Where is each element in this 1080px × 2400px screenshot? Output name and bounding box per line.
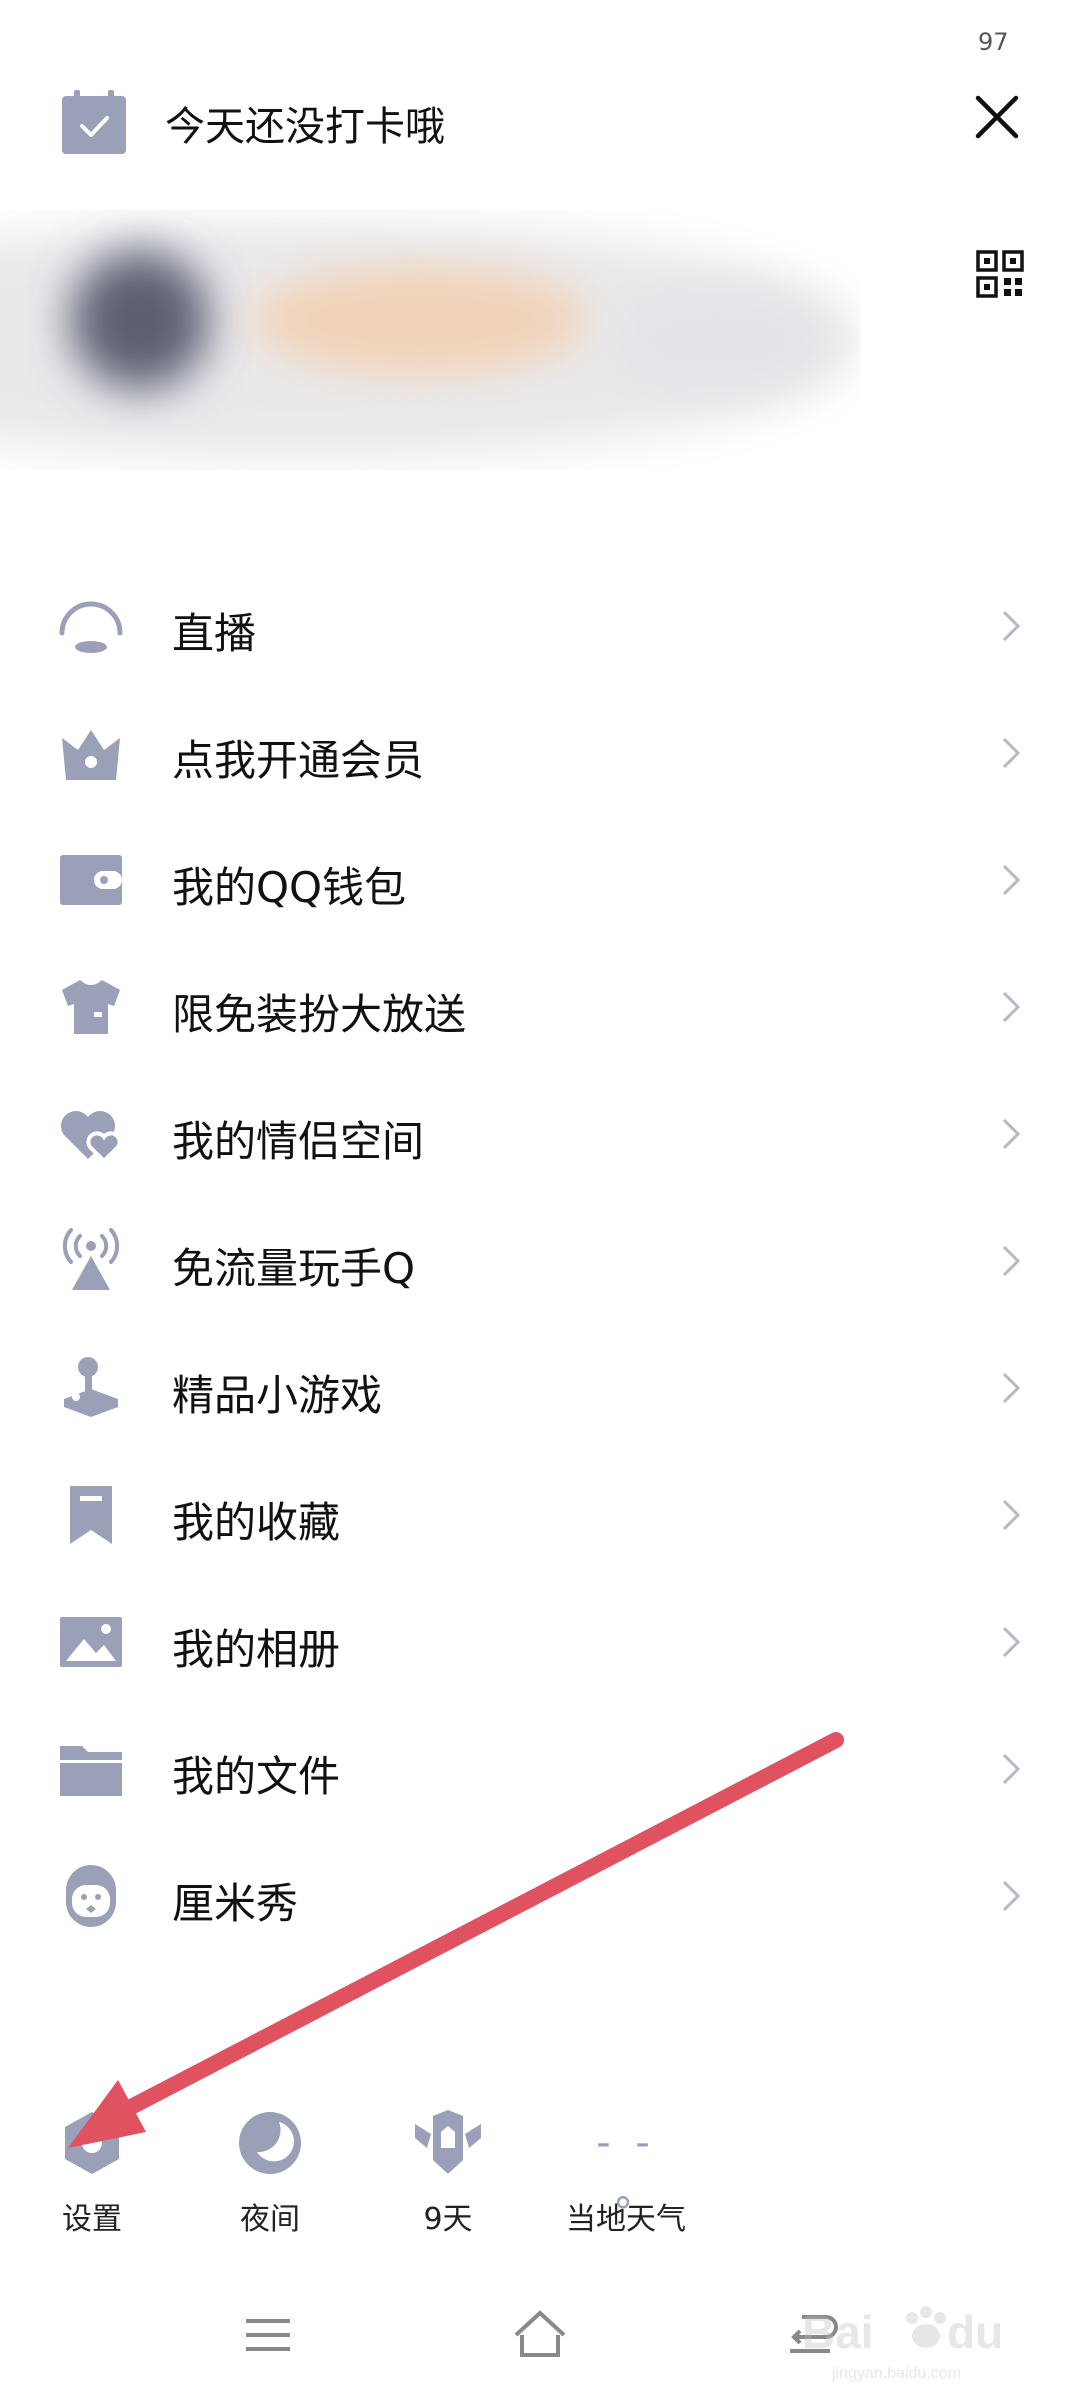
menu-item-cmshow[interactable]: 厘米秀 [0, 1832, 1080, 1959]
close-icon[interactable] [972, 92, 1022, 142]
menu-item-couple[interactable]: 我的情侣空间 [0, 1070, 1080, 1197]
home-icon[interactable] [510, 2305, 570, 2365]
bookmark-icon [70, 1486, 112, 1544]
menu-item-label: 厘米秀 [172, 1879, 299, 1928]
menu-item-vip[interactable]: 点我开通会员 [0, 689, 1080, 816]
weather-icon: - -° [596, 2120, 656, 2236]
weather-label: 当地天气 [566, 2202, 686, 2237]
menu-item-label: 我的收藏 [172, 1498, 341, 1547]
chevron-right-icon [1002, 1372, 1021, 1404]
baidu-watermark-logo: Bai du jingyan.baidu.com [802, 2306, 1003, 2382]
checkin-days-label: 9天 [423, 2202, 473, 2237]
menu-item-label: 直播 [172, 609, 257, 658]
chevron-right-icon [1002, 1880, 1021, 1912]
menu-item-label: 我的文件 [172, 1752, 341, 1801]
menu-item-album[interactable]: 我的相册 [0, 1578, 1080, 1705]
chevron-right-icon [1002, 1753, 1021, 1785]
settings-button[interactable]: 设置 [22, 2108, 162, 2238]
menu-item-label: 限免装扮大放送 [172, 990, 467, 1039]
night-mode-label: 夜间 [240, 2202, 300, 2237]
menu-item-label: 点我开通会员 [172, 736, 425, 785]
menu-item-outfit[interactable]: 限免装扮大放送 [0, 943, 1080, 1070]
checkin-prompt[interactable]: 今天还没打卡哦 [165, 94, 445, 152]
crown-icon [62, 730, 120, 780]
menu-item-label: 精品小游戏 [172, 1371, 383, 1420]
badge-wings-icon [415, 2110, 481, 2174]
svg-text:jingyan.baidu.com: jingyan.baidu.com [831, 2365, 961, 2382]
battery-level: 97 [978, 28, 1009, 56]
chevron-right-icon [1002, 1118, 1021, 1150]
joystick-icon [64, 1357, 118, 1417]
menu-lines-icon[interactable] [238, 2305, 298, 2365]
chevron-right-icon [1002, 737, 1021, 769]
checkin-days-button[interactable]: 9天 [378, 2108, 518, 2238]
profile-card-blurred[interactable] [0, 210, 860, 470]
menu-item-favorites[interactable]: 我的收藏 [0, 1451, 1080, 1578]
wallet-icon [60, 855, 122, 905]
settings-label: 设置 [62, 2202, 122, 2237]
menu-item-free-data[interactable]: 免流量玩手Q [0, 1197, 1080, 1324]
chevron-right-icon [1002, 1245, 1021, 1277]
menu-item-files[interactable]: 我的文件 [0, 1705, 1080, 1832]
chevron-right-icon [1002, 991, 1021, 1023]
menu-item-games[interactable]: 精品小游戏 [0, 1324, 1080, 1451]
folder-icon [60, 1746, 122, 1796]
chevron-right-icon [1002, 610, 1021, 642]
settings-icon [65, 2112, 119, 2174]
svg-text:du: du [947, 2306, 1003, 2358]
menu-item-wallet[interactable]: 我的QQ钱包 [0, 816, 1080, 943]
qr-code-icon[interactable] [976, 250, 1024, 298]
menu-item-label: 免流量玩手Q [172, 1244, 416, 1293]
chevron-right-icon [1002, 1499, 1021, 1531]
hearts-icon [61, 1111, 122, 1164]
weather-button[interactable]: - -° 当地天气 [556, 2108, 696, 2238]
chevron-right-icon [1002, 1626, 1021, 1658]
avatar-face-icon [66, 1865, 116, 1927]
menu-item-label: 我的情侣空间 [172, 1117, 425, 1166]
menu-item-label: 我的QQ钱包 [172, 863, 407, 912]
menu-item-label: 我的相册 [172, 1625, 341, 1674]
chevron-right-icon [1002, 864, 1021, 896]
tshirt-icon [62, 980, 120, 1034]
signal-tower-icon [62, 1228, 120, 1290]
svg-text:Bai: Bai [802, 2306, 874, 2358]
night-mode-button[interactable]: 夜间 [200, 2108, 340, 2238]
menu-item-live[interactable]: 直播 [0, 562, 1080, 689]
side-menu: 直播 点我开通会员 我的QQ钱包 限免装扮大放送 我的情侣空间 免流量玩手Q 精… [0, 562, 1080, 1959]
moon-icon [239, 2112, 301, 2174]
photo-icon [60, 1617, 122, 1667]
calendar-check-icon[interactable] [60, 88, 128, 156]
live-icon [59, 601, 123, 653]
